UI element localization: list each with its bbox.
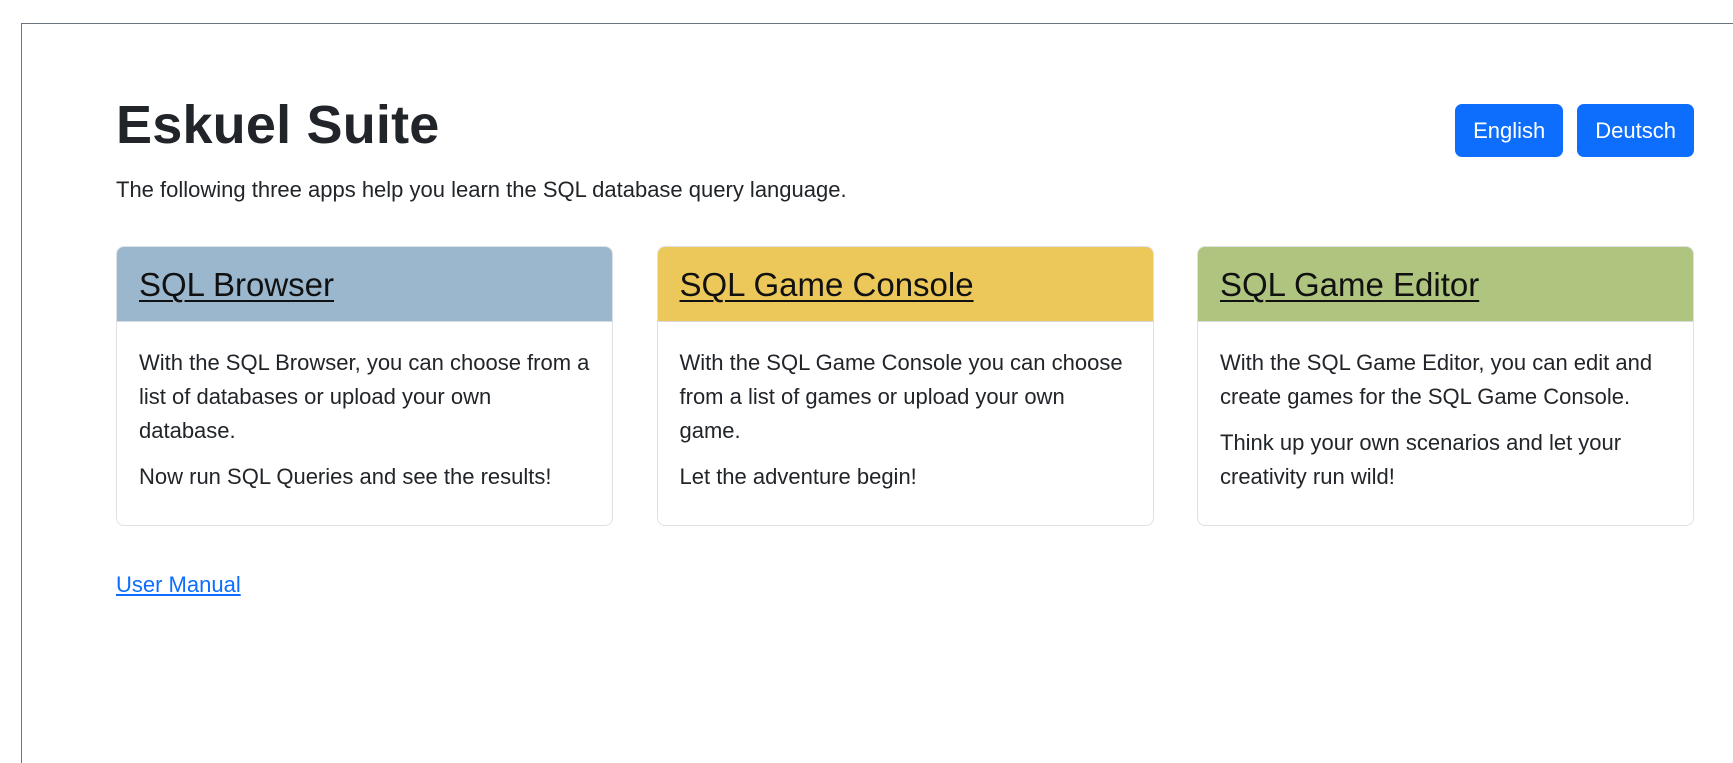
user-manual-link[interactable]: User Manual <box>116 572 241 598</box>
sql-browser-card-body: With the SQL Browser, you can choose fro… <box>117 322 612 494</box>
sql-browser-link[interactable]: SQL Browser <box>139 266 334 303</box>
card-tagline: Now run SQL Queries and see the results! <box>139 464 552 489</box>
sql-game-editor-card-header: SQL Game Editor <box>1198 247 1693 322</box>
sql-game-editor-card: SQL Game Editor With the SQL Game Editor… <box>1197 246 1694 526</box>
deutsch-button[interactable]: Deutsch <box>1577 104 1694 157</box>
sql-game-console-card-body: With the SQL Game Console you can choose… <box>658 322 1153 494</box>
sql-browser-card-header: SQL Browser <box>117 247 612 322</box>
card-description: With the SQL Browser, you can choose fro… <box>139 350 590 443</box>
language-switcher: English Deutsch <box>1455 104 1694 157</box>
sql-game-editor-link[interactable]: SQL Game Editor <box>1220 266 1479 303</box>
page-title: Eskuel Suite <box>116 95 440 155</box>
english-button[interactable]: English <box>1455 104 1564 157</box>
sql-browser-card: SQL Browser With the SQL Browser, you ca… <box>116 246 613 526</box>
card-description: With the SQL Game Console you can choose… <box>679 350 1123 443</box>
sql-game-editor-card-body: With the SQL Game Editor, you can edit a… <box>1198 322 1693 494</box>
sql-game-console-card: SQL Game Console With the SQL Game Conso… <box>656 246 1154 526</box>
app-cards: SQL Browser With the SQL Browser, you ca… <box>116 246 1694 526</box>
card-tagline: Let the adventure begin! <box>679 464 917 489</box>
sql-game-console-card-header: SQL Game Console <box>657 247 1153 322</box>
card-tagline: Think up your own scenarios and let your… <box>1220 430 1622 489</box>
sql-game-console-link[interactable]: SQL Game Console <box>680 266 974 303</box>
page-header: Eskuel Suite English Deutsch <box>116 84 1694 169</box>
main-container: Eskuel Suite English Deutsch The followi… <box>116 84 1694 597</box>
card-description: With the SQL Game Editor, you can edit a… <box>1220 350 1653 409</box>
page-frame: Eskuel Suite English Deutsch The followi… <box>21 23 1733 763</box>
page-subtitle: The following three apps help you learn … <box>116 177 847 202</box>
